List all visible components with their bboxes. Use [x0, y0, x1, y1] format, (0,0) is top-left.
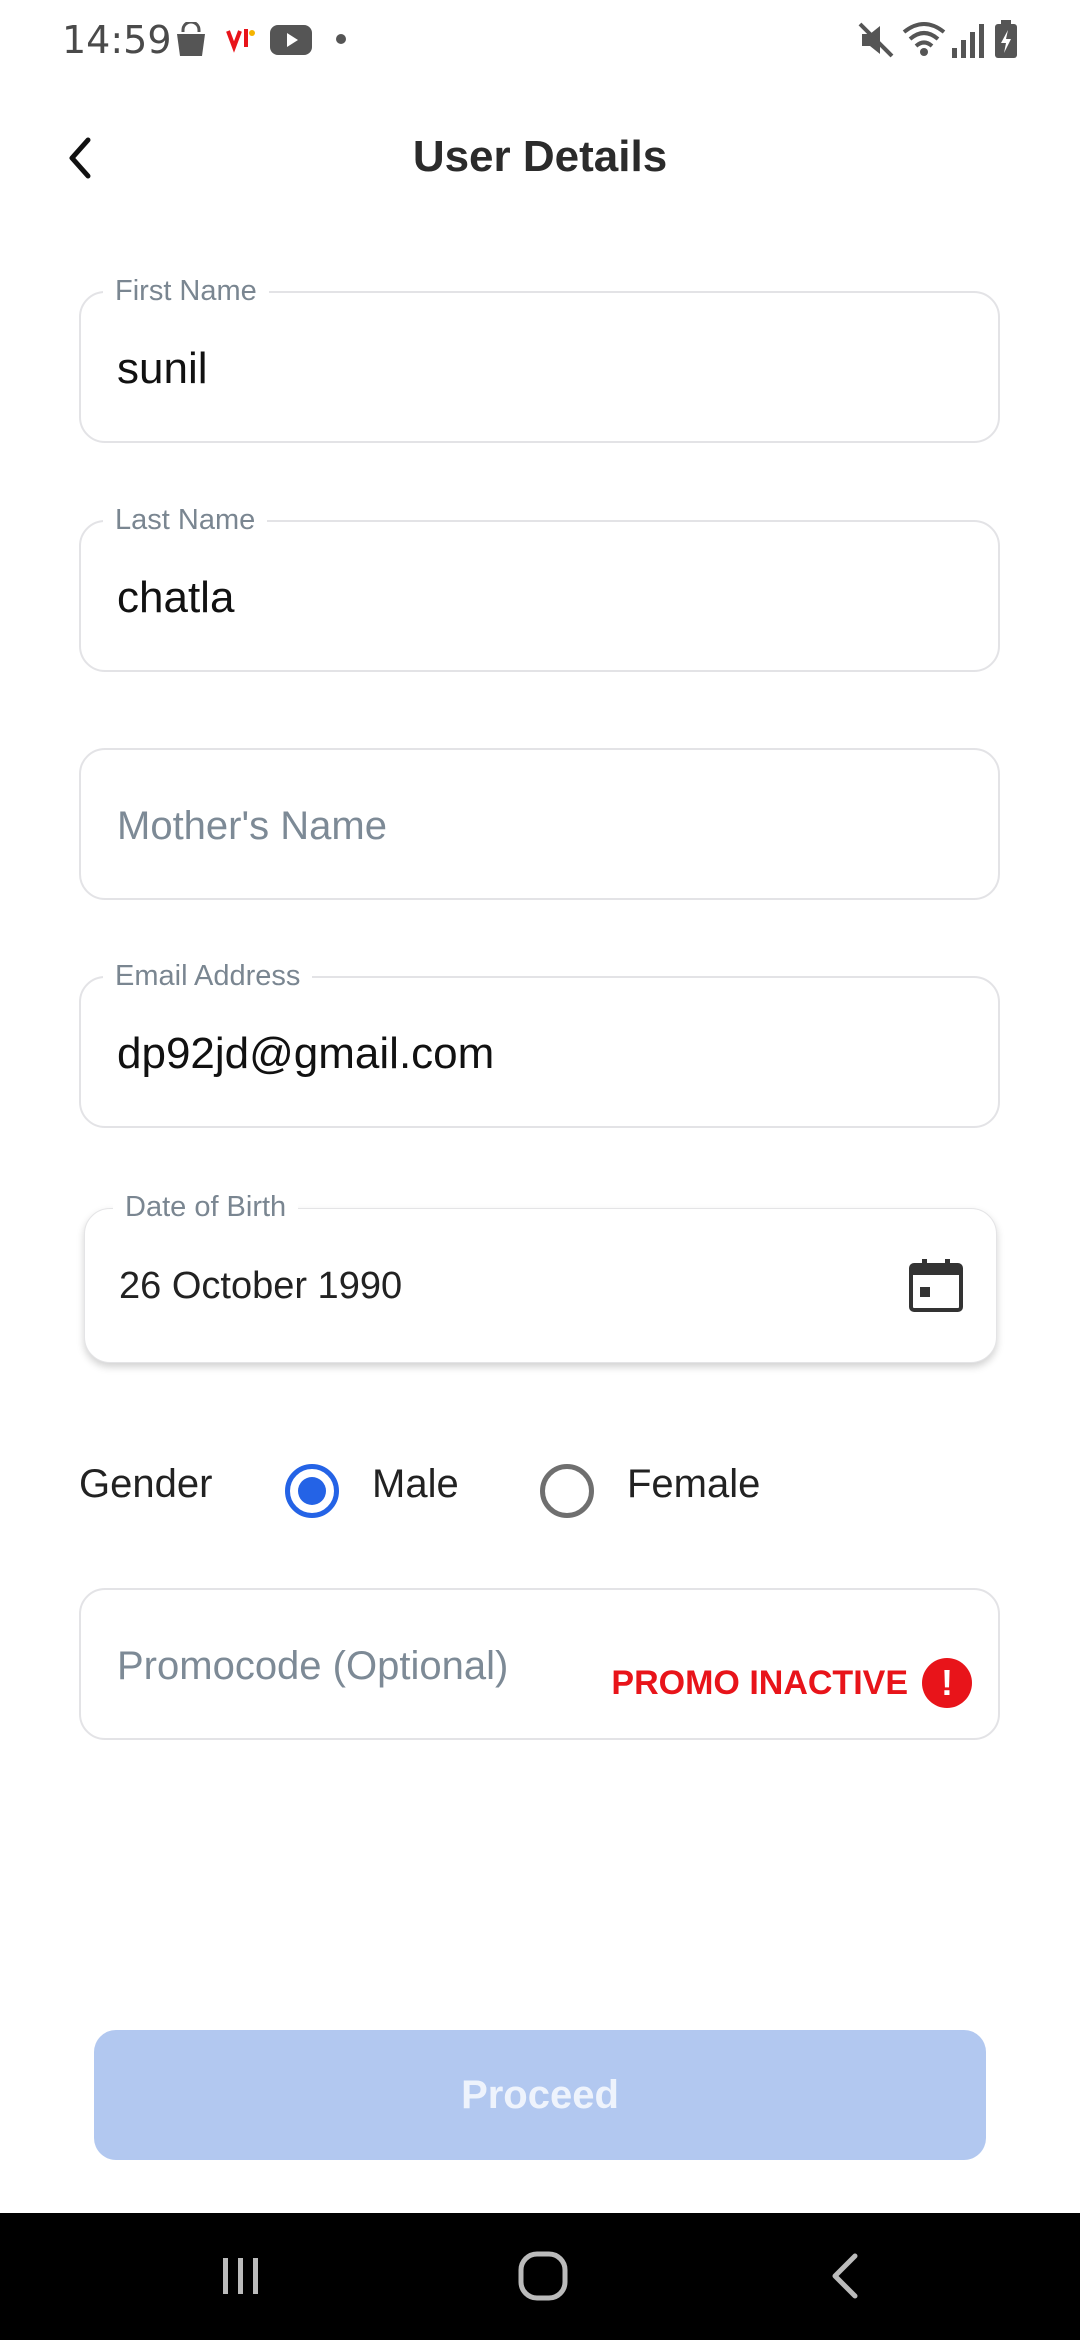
page-title: User Details: [412, 132, 668, 181]
promo-status: PROMO INACTIVE !: [611, 1658, 972, 1708]
last-name-value[interactable]: chatla: [117, 522, 958, 674]
email-field[interactable]: Email Address dp92jd@gmail.com: [79, 958, 1000, 1130]
battery-charging-icon: [994, 18, 1018, 62]
youtube-icon: [270, 18, 312, 62]
status-bar: 14:59: [0, 0, 1080, 80]
system-back-button[interactable]: [800, 2243, 890, 2313]
proceed-button[interactable]: Proceed: [94, 2030, 986, 2160]
home-icon: [517, 2250, 569, 2307]
first-name-value[interactable]: sunil: [117, 293, 958, 445]
last-name-field[interactable]: Last Name chatla: [79, 502, 1000, 674]
notification-dot-icon: [336, 34, 346, 44]
date-of-birth-value[interactable]: 26 October 1990: [119, 1209, 402, 1364]
promocode-field[interactable]: Promocode (Optional) PROMO INACTIVE !: [79, 1588, 1000, 1740]
vi-app-icon: [226, 18, 256, 62]
mothers-name-field[interactable]: Mother's Name: [79, 748, 1000, 900]
recent-apps-button[interactable]: [196, 2243, 286, 2313]
gender-group: Gender Male Female: [79, 1448, 1000, 1528]
gender-label: Gender: [79, 1462, 213, 1506]
calendar-button[interactable]: [906, 1257, 966, 1317]
recent-apps-icon: [219, 2254, 263, 2303]
mute-icon: [856, 18, 896, 62]
date-of-birth-field[interactable]: Date of Birth 26 October 1990: [84, 1189, 997, 1364]
mothers-name-placeholder[interactable]: Mother's Name: [117, 750, 387, 902]
alert-circle-icon: !: [922, 1658, 972, 1708]
status-time: 14:59: [62, 18, 172, 62]
email-value[interactable]: dp92jd@gmail.com: [117, 978, 958, 1130]
first-name-field[interactable]: First Name sunil: [79, 273, 1000, 445]
gender-male-label[interactable]: Male: [372, 1462, 459, 1507]
calendar-icon: [908, 1257, 964, 1318]
shopping-bag-icon: [174, 18, 208, 62]
gender-female-label[interactable]: Female: [627, 1462, 760, 1507]
navigation-bar: [0, 2213, 1080, 2340]
back-icon: [829, 2252, 861, 2305]
gender-female-radio[interactable]: [540, 1464, 594, 1518]
wifi-icon: [902, 18, 946, 62]
signal-icon: [952, 18, 984, 62]
gender-male-radio[interactable]: [285, 1464, 339, 1518]
promocode-placeholder[interactable]: Promocode (Optional): [117, 1590, 508, 1742]
promo-status-text: PROMO INACTIVE: [611, 1663, 908, 1702]
home-button[interactable]: [498, 2243, 588, 2313]
header: User Details: [0, 110, 1080, 210]
